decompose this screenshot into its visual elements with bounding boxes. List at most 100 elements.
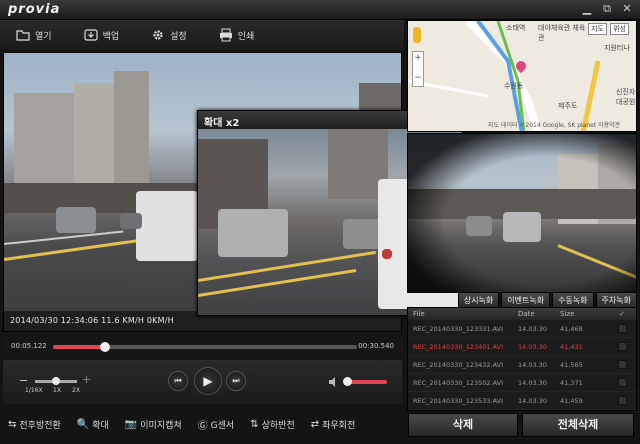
speaker-icon[interactable]	[328, 376, 340, 388]
table-row[interactable]: REC_20140330_123331.AVI 14.03.30 41,468	[408, 320, 636, 338]
column-file[interactable]: File	[408, 310, 518, 318]
map-zoom-out-button[interactable]: −	[413, 72, 423, 84]
speed-label: 1X	[53, 387, 61, 394]
flip-horizontal-label: 좌우회전	[322, 420, 356, 431]
table-row[interactable]: REC_20140330_123502.AVI 14.03.30 41,371	[408, 374, 636, 392]
gps-map[interactable]: 소태역 대야체육관 체육관 지원터나 신진자 대공원 수원동 제주도 + − 지…	[407, 20, 637, 132]
map-label: 신진자 대공원	[616, 88, 636, 106]
map-roads	[408, 21, 601, 131]
backup-label: 백업	[102, 31, 120, 42]
map-label: 소태역	[506, 24, 526, 32]
playback-controls: − + 1/16X 1X 2X ⏮ ▶ ⏭	[3, 360, 402, 404]
open-label: 열기	[35, 31, 52, 42]
column-check[interactable]: ✓	[610, 310, 634, 318]
row-checkbox[interactable]	[617, 324, 627, 333]
file-size: 41,565	[560, 360, 583, 369]
backup-button[interactable]: 백업	[68, 20, 136, 50]
magnify-icon: 🔍	[76, 418, 90, 430]
car	[120, 213, 142, 229]
file-name: REC_20140330_123533.AVI	[413, 396, 504, 405]
van	[136, 191, 198, 261]
gsensor-label: G센서	[210, 420, 235, 431]
gsensor-button[interactable]: Ⓖ G센서	[190, 417, 243, 432]
swap-icon: ⇆	[8, 418, 17, 430]
file-name: REC_20140330_123502.AVI	[413, 378, 504, 387]
speed-slider[interactable]	[35, 377, 77, 385]
front-rear-switch-button[interactable]: ⇆ 전후방전환	[0, 418, 69, 431]
print-button[interactable]: 인쇄	[203, 20, 271, 50]
bottom-toolbar: ⇆ 전후방전환 🔍 확대 📷 이미지캡쳐 Ⓖ G센서 ⇅ 상하반전 ⇄ 좌우회전	[0, 410, 404, 438]
print-icon	[219, 28, 232, 42]
settings-button[interactable]: 설정	[135, 20, 203, 50]
flip-vertical-icon: ⇅	[250, 418, 259, 430]
volume-handle[interactable]	[343, 377, 353, 386]
table-row[interactable]: REC_20140330_123401.AVI 14.03.30 41,431	[408, 338, 636, 356]
row-checkbox[interactable]	[617, 360, 627, 369]
minimize-button[interactable]: ▁	[580, 2, 594, 16]
speed-down-button[interactable]: −	[19, 374, 28, 387]
magnify-label: 확대	[92, 420, 109, 431]
flip-vertical-button[interactable]: ⇅ 상하반전	[242, 418, 303, 431]
file-date: 14.03.30	[518, 342, 547, 351]
map-label: 제주도	[558, 102, 578, 110]
file-name: REC_20140330_123432.AVI	[413, 360, 504, 369]
window-controls: ▁ ⧉ ✕	[580, 2, 634, 16]
tab-manual[interactable]: 수동녹화	[552, 292, 594, 307]
street-view-icon[interactable]	[413, 27, 421, 43]
map-label: 대야체육관 체육관	[538, 24, 586, 42]
total-time: 00:30.540	[358, 342, 394, 350]
open-button[interactable]: 열기	[0, 20, 68, 50]
seek-bar[interactable]	[53, 342, 357, 352]
tab-event[interactable]: 이벤트녹화	[501, 292, 551, 307]
column-date[interactable]: Date	[518, 310, 560, 318]
file-size: 41,468	[560, 324, 583, 333]
flip-horizontal-button[interactable]: ⇄ 좌우회전	[303, 418, 364, 431]
file-date: 14.03.30	[518, 378, 547, 387]
tail-light	[382, 249, 392, 259]
map-zoom-in-button[interactable]: +	[413, 52, 423, 64]
next-button[interactable]: ⏭	[226, 371, 246, 391]
tab-parking[interactable]: 주차녹화	[595, 292, 637, 307]
gear-icon	[153, 30, 163, 40]
table-row[interactable]: REC_20140330_123533.AVI 14.03.30 41,459	[408, 392, 636, 410]
front-rear-switch-label: 전후방전환	[19, 420, 61, 431]
speed-up-button[interactable]: +	[82, 373, 91, 386]
road-line	[198, 268, 357, 297]
play-button[interactable]: ▶	[194, 367, 222, 395]
car	[343, 219, 381, 249]
title-bar: provia ▁ ⧉ ✕	[0, 0, 640, 20]
backup-icon	[83, 29, 98, 41]
map-mode-button[interactable]: 지도	[588, 23, 607, 35]
seek-handle[interactable]	[99, 342, 110, 352]
close-button[interactable]: ✕	[620, 2, 634, 16]
tab-continuous[interactable]: 상시녹화	[457, 292, 500, 307]
row-checkbox[interactable]	[617, 396, 627, 405]
zoom-title: 확대 x2	[204, 118, 240, 129]
file-date: 14.03.30	[518, 396, 547, 405]
row-checkbox[interactable]	[617, 378, 627, 387]
file-size: 41,459	[560, 396, 583, 405]
satellite-mode-button[interactable]: 위성	[610, 23, 629, 35]
rear-camera-video[interactable]	[407, 133, 637, 293]
speed-handle[interactable]	[52, 377, 60, 385]
column-size[interactable]: Size	[560, 310, 610, 318]
map-copyright: 지도 데이터 ©2014 Google, SK planet 이용약관	[488, 122, 621, 129]
file-date: 14.03.30	[518, 360, 547, 369]
main-toolbar: 열기 백업 설정 인쇄	[0, 20, 404, 50]
car	[218, 209, 288, 257]
restore-button[interactable]: ⧉	[600, 2, 614, 16]
current-time: 00:05.122	[11, 342, 47, 350]
delete-button[interactable]: 삭제	[408, 413, 518, 437]
capture-button[interactable]: 📷 이미지캡쳐	[117, 418, 190, 431]
magnify-button[interactable]: 🔍 확대	[69, 418, 117, 431]
file-list: File Date Size ✓ REC_20140330_123331.AVI…	[407, 307, 637, 411]
folder-icon	[16, 30, 30, 41]
delete-all-button[interactable]: 전체삭제	[522, 413, 634, 437]
seek-progress	[53, 345, 105, 349]
previous-button[interactable]: ⏮	[168, 371, 188, 391]
row-checkbox[interactable]	[617, 342, 627, 351]
timeline: 00:05.122 00:30.540	[3, 336, 402, 358]
gsensor-icon: Ⓖ	[197, 420, 208, 432]
table-row[interactable]: REC_20140330_123432.AVI 14.03.30 41,565	[408, 356, 636, 374]
volume-slider[interactable]	[343, 377, 387, 386]
